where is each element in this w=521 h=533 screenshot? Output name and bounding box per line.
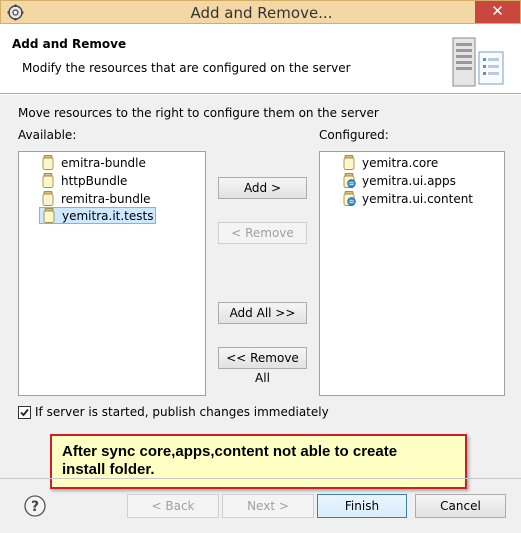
annotation-line-2: install folder.: [62, 461, 155, 478]
list-item[interactable]: yemitra.core: [342, 154, 438, 171]
jar-icon: [343, 155, 355, 170]
list-item[interactable]: emitra-bundle: [41, 154, 146, 171]
list-item[interactable]: yemitra.ui.apps: [342, 172, 456, 189]
list-item[interactable]: httpBundle: [41, 172, 127, 189]
jar-icon: [42, 173, 54, 188]
list-item-label: yemitra.ui.apps: [362, 173, 456, 188]
title-bar: Add and Remove... ✕: [0, 0, 521, 24]
close-button[interactable]: ✕: [475, 1, 520, 23]
add-button[interactable]: Add >: [218, 177, 307, 199]
list-item[interactable]: remitra-bundle: [41, 190, 151, 207]
jar-web-icon: [343, 191, 356, 206]
instruction-text: Move resources to the right to configure…: [18, 106, 379, 120]
jar-icon: [42, 191, 54, 206]
publish-checkbox[interactable]: [18, 405, 31, 419]
annotation-note: After sync core,apps,content not able to…: [50, 434, 467, 489]
list-item[interactable]: yemitra.ui.content: [342, 190, 473, 207]
list-item-label: yemitra.it.tests: [62, 208, 154, 223]
server-icon: [452, 37, 504, 87]
list-item-label: emitra-bundle: [61, 155, 146, 170]
window-title: Add and Remove...: [190, 4, 333, 22]
annotation-line-1: After sync core,apps,content not able to…: [62, 443, 398, 460]
remove-all-button[interactable]: << Remove All: [218, 347, 307, 385]
dialog-title: Add and Remove: [12, 37, 127, 51]
next-button[interactable]: Next >: [222, 494, 314, 518]
publish-checkbox-label: If server is started, publish changes im…: [35, 405, 329, 419]
jar-web-icon: [343, 173, 356, 188]
svg-text:?: ?: [31, 499, 39, 515]
add-all-button[interactable]: Add All >>: [218, 302, 307, 324]
available-label: Available:: [18, 128, 77, 142]
back-button[interactable]: < Back: [127, 494, 219, 518]
list-item-label: httpBundle: [61, 173, 128, 188]
remove-button[interactable]: < Remove: [218, 222, 307, 244]
list-item-label: yemitra.ui.content: [362, 191, 474, 206]
finish-button[interactable]: Finish: [317, 494, 407, 518]
dialog-description: Modify the resources that are configured…: [22, 61, 351, 75]
list-item-label: yemitra.core: [362, 155, 439, 170]
configured-label: Configured:: [319, 128, 389, 142]
cancel-button[interactable]: Cancel: [415, 494, 506, 518]
jar-icon: [42, 155, 54, 170]
available-list[interactable]: emitra-bundle httpBundle remitra-bundle …: [18, 151, 206, 396]
list-item-label: remitra-bundle: [61, 191, 151, 206]
publish-option[interactable]: If server is started, publish changes im…: [18, 405, 329, 419]
configured-list[interactable]: yemitra.core yemitra.ui.apps yemitra.ui.…: [319, 151, 505, 396]
list-item-selected[interactable]: yemitra.it.tests: [39, 207, 157, 224]
dialog-body: Move resources to the right to configure…: [0, 95, 521, 533]
jar-icon: [43, 208, 55, 223]
dialog-header: Add and Remove Modify the resources that…: [0, 24, 521, 94]
help-icon[interactable]: ?: [24, 495, 46, 517]
footer-separator: [0, 478, 521, 479]
checkmark-icon: [20, 408, 29, 416]
